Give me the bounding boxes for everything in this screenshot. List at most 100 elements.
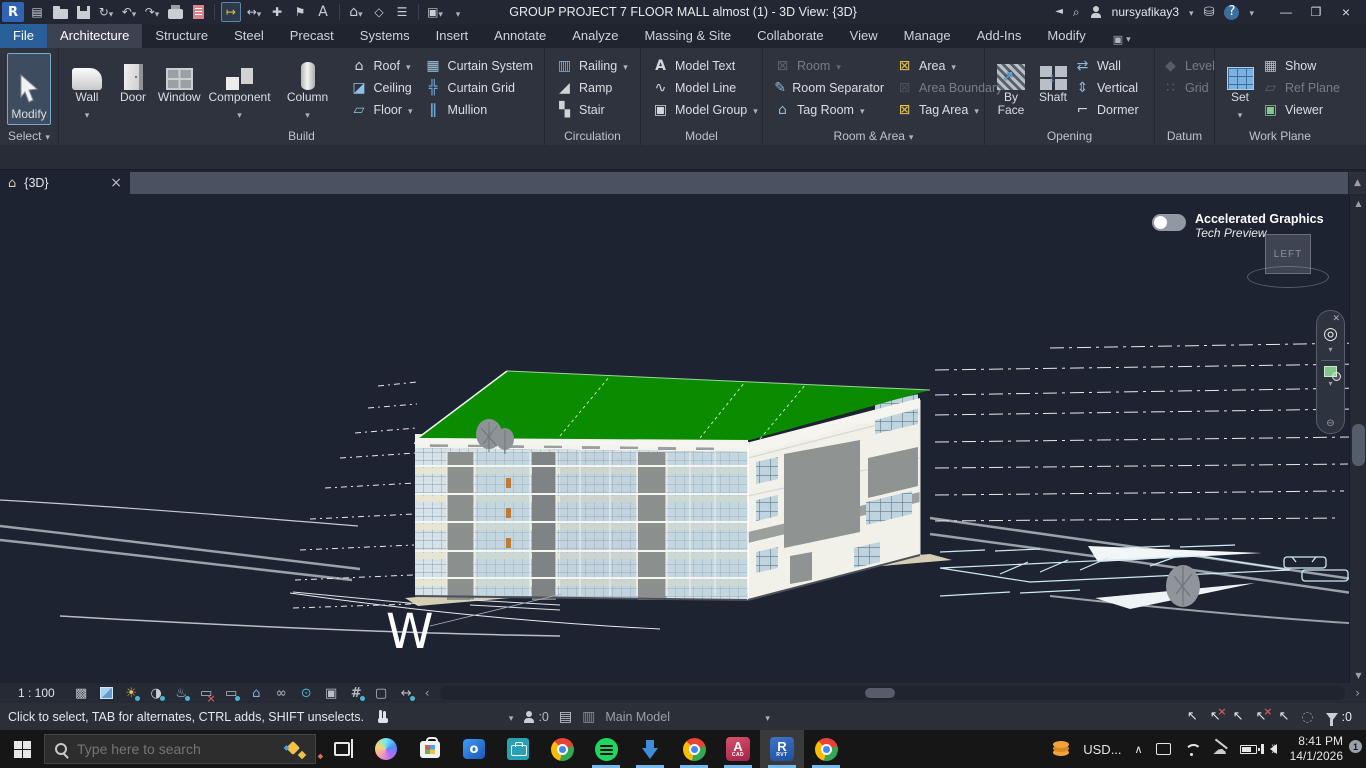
window-button[interactable]: Window <box>156 51 203 104</box>
store-button[interactable] <box>408 730 452 768</box>
crop-region-icon[interactable] <box>219 684 244 702</box>
tab-massing-site[interactable]: Massing & Site <box>631 24 744 48</box>
component-button[interactable]: Component <box>203 51 277 123</box>
orientation-icon[interactable] <box>244 684 269 702</box>
sync-button[interactable] <box>96 2 116 22</box>
reveal-hidden-icon[interactable] <box>269 684 294 702</box>
modify-button[interactable]: Modify <box>7 53 51 125</box>
navbar-customize-icon[interactable]: ⊖ <box>1326 419 1334 429</box>
username[interactable]: nursyafikay3 <box>1112 5 1179 19</box>
taskbar-search[interactable] <box>44 734 316 764</box>
ceiling-button[interactable]: Ceiling <box>351 79 413 97</box>
opening-wall-button[interactable]: Wall <box>1074 57 1139 75</box>
panel-caption-select[interactable]: Select <box>0 127 58 145</box>
downloads-button[interactable] <box>628 730 672 768</box>
dormer-button[interactable]: Dormer <box>1074 101 1139 119</box>
tag-button[interactable] <box>290 2 310 22</box>
tab-manage[interactable]: Manage <box>891 24 964 48</box>
redo-button[interactable] <box>142 2 162 22</box>
accelerated-graphics-toggle[interactable] <box>1152 214 1186 231</box>
help-icon[interactable]: ? <box>1224 5 1239 20</box>
zoom-region-icon[interactable] <box>1324 366 1337 377</box>
onedrive-paused-icon[interactable] <box>1213 741 1227 758</box>
level-lines-right[interactable] <box>935 343 1362 521</box>
crop-view-icon[interactable] <box>194 684 219 702</box>
tab-architecture[interactable]: Architecture <box>47 24 142 48</box>
active-design-option[interactable]: Main Model <box>605 710 755 724</box>
room-separator-button[interactable]: Room Separator <box>774 79 884 97</box>
steering-wheel-icon[interactable]: ◎ <box>1323 326 1338 343</box>
tab-annotate[interactable]: Annotate <box>481 24 559 48</box>
detail-level-icon[interactable] <box>69 684 94 702</box>
battery-icon[interactable] <box>1240 745 1257 754</box>
ramp-button[interactable]: Ramp <box>556 79 628 97</box>
scroll-up-button[interactable]: ▲ <box>1349 172 1366 194</box>
start-button[interactable] <box>0 730 44 768</box>
model-text-button[interactable]: Model Text <box>652 57 758 75</box>
wifi-icon[interactable] <box>1184 743 1200 756</box>
model-group-button[interactable]: Model Group <box>652 101 758 119</box>
hscroll-right-arrow[interactable]: › <box>1349 687 1366 699</box>
temp-hide-icon[interactable] <box>294 684 319 702</box>
zoom-menu-caret[interactable]: ▾ <box>1328 380 1332 388</box>
rotation-lock-icon[interactable] <box>1156 743 1171 755</box>
design-option-caret[interactable] <box>765 710 770 724</box>
status-dropdown-caret[interactable] <box>509 710 514 724</box>
tray-expand-icon[interactable]: ∧ <box>1135 744 1143 755</box>
tab-insert[interactable]: Insert <box>423 24 482 48</box>
door-button[interactable]: Door <box>110 51 156 104</box>
transfer-standards-button[interactable] <box>188 2 208 22</box>
visual-style-icon[interactable] <box>94 684 119 702</box>
viewcube[interactable]: LEFT <box>1243 232 1335 294</box>
app-store-cart-icon[interactable]: ⛁ <box>1204 6 1215 19</box>
hscrollbar-thumb[interactable] <box>865 688 895 698</box>
view-marker-button[interactable] <box>369 2 389 22</box>
section-button[interactable] <box>267 2 287 22</box>
render-icon[interactable] <box>169 684 194 702</box>
design-options-icon[interactable] <box>582 710 595 724</box>
select-underlay-toggle[interactable]: ↖ <box>1210 710 1221 723</box>
save-button[interactable] <box>73 2 93 22</box>
room-button[interactable]: Room <box>774 57 884 75</box>
revit-app-icon[interactable]: R <box>2 2 24 22</box>
chrome-button-3[interactable] <box>804 730 848 768</box>
viewcube-face[interactable]: LEFT <box>1265 234 1311 274</box>
scrollbar-thumb[interactable] <box>1352 424 1365 466</box>
restore-button[interactable]: ❐ <box>1302 1 1330 23</box>
autocad-button[interactable]: ACAD <box>716 730 760 768</box>
curtain-system-button[interactable]: Curtain System <box>425 57 533 75</box>
worksets-icon[interactable] <box>559 710 572 724</box>
select-pinned-toggle[interactable]: ↖ <box>1233 710 1244 723</box>
column-button[interactable]: Column <box>277 51 339 123</box>
drawing-area[interactable]: W Accelerated Graphics Tech Preview LEFT… <box>0 196 1366 683</box>
railing-button[interactable]: Railing <box>556 57 628 75</box>
navbar-close-icon[interactable]: ✕ <box>1332 315 1340 324</box>
floor-button[interactable]: Floor <box>351 101 413 119</box>
default-3d-view-button[interactable] <box>346 2 366 22</box>
constraints-icon[interactable] <box>394 684 419 702</box>
currency-app-icon[interactable] <box>1053 741 1070 757</box>
displaced-icon[interactable] <box>369 684 394 702</box>
viewer-button[interactable]: Viewer <box>1262 101 1340 119</box>
copilot-button[interactable] <box>364 730 408 768</box>
shaft-button[interactable]: Shaft <box>1032 51 1074 104</box>
temp-view-icon[interactable] <box>319 684 344 702</box>
outlook-button[interactable]: o <box>452 730 496 768</box>
aligned-dimension-button[interactable] <box>221 2 241 22</box>
horizontal-scrollbar[interactable] <box>440 686 1346 700</box>
editable-only-toggle[interactable]: :0 <box>523 710 548 724</box>
search-input[interactable] <box>77 741 271 757</box>
model-line-button[interactable]: Model Line <box>652 79 758 97</box>
vertical-scrollbar[interactable]: ▲ ▼ <box>1349 196 1366 683</box>
scrollbar-up-arrow[interactable]: ▲ <box>1350 196 1366 211</box>
parking-lot[interactable] <box>940 545 1348 609</box>
properties-icon[interactable] <box>31 6 42 18</box>
user-menu-caret[interactable] <box>1189 5 1194 19</box>
text-button[interactable] <box>313 2 333 22</box>
stair-button[interactable]: Stair <box>556 101 628 119</box>
measure-button[interactable] <box>244 2 264 22</box>
spotify-button[interactable] <box>584 730 628 768</box>
tab-modify[interactable]: Modify <box>1034 24 1098 48</box>
close-button[interactable]: × <box>1332 1 1360 23</box>
search-help-icon[interactable]: ⌕ <box>1073 6 1080 18</box>
